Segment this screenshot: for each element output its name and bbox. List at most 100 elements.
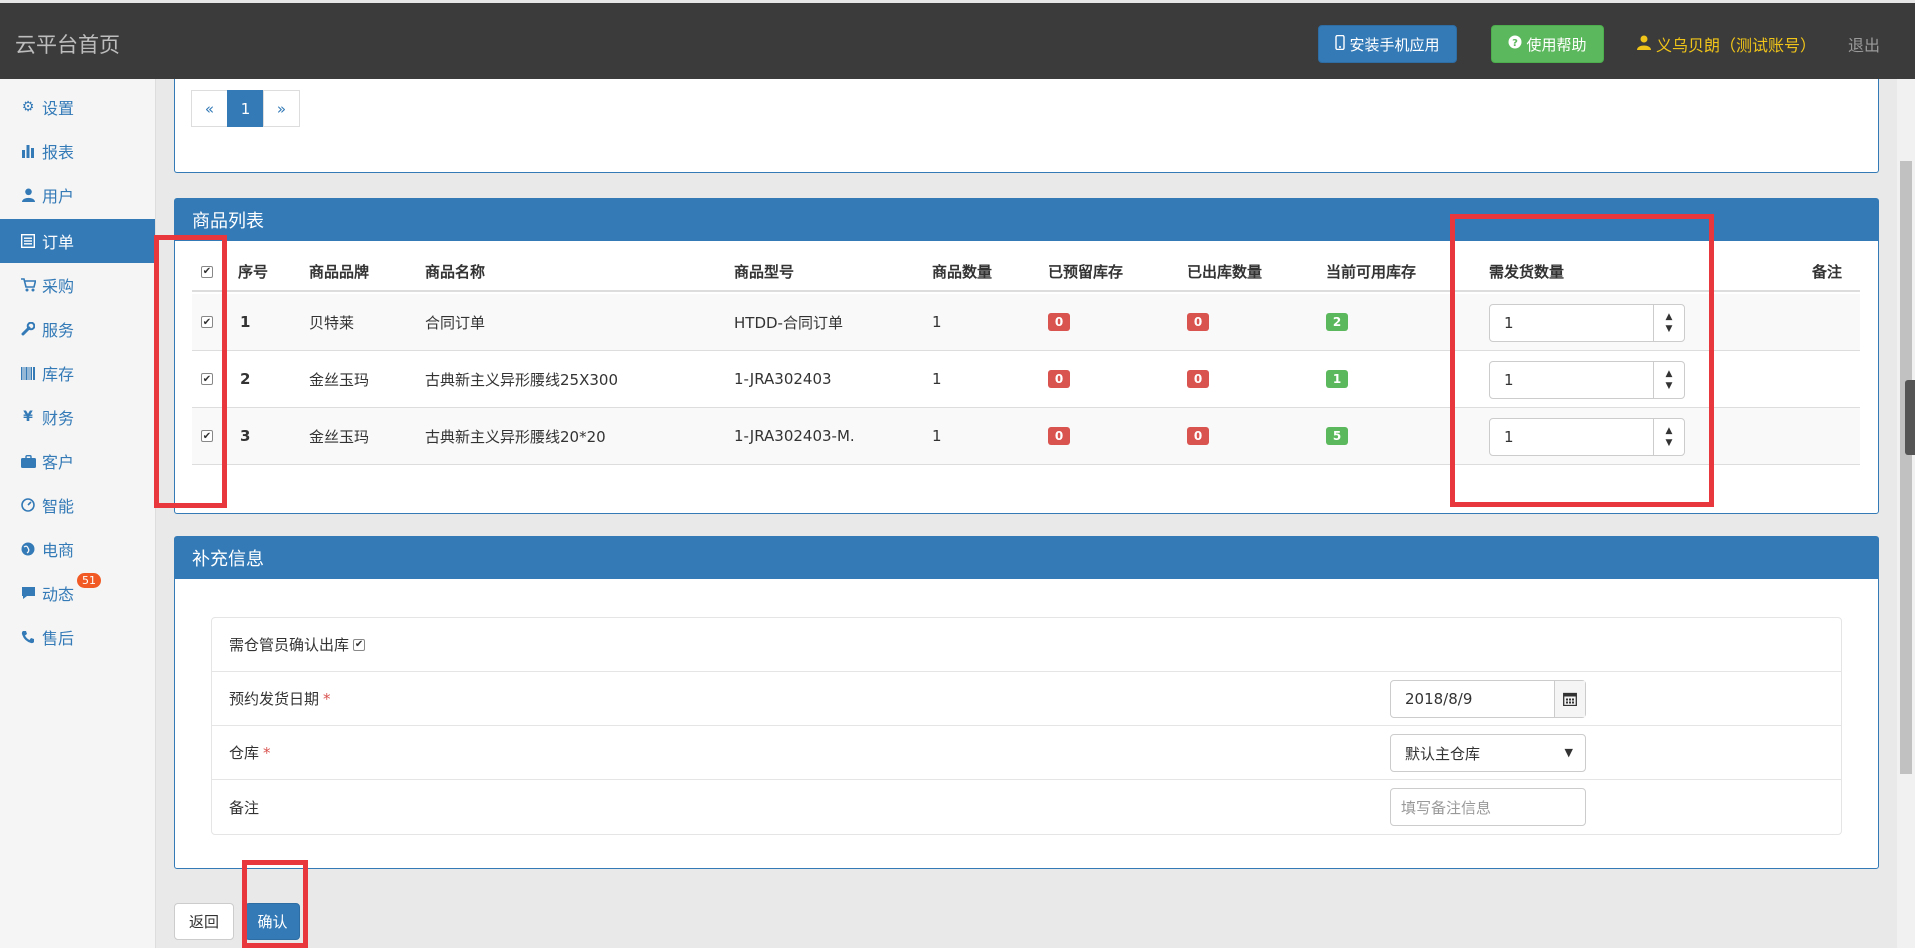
required-mark: * (323, 689, 331, 708)
available-badge: 2 (1326, 313, 1348, 331)
sidebar-item-label: 智能 (42, 497, 75, 516)
column-header-name: 商品名称 (425, 263, 486, 281)
column-header-index: 序号 (238, 263, 269, 281)
note-input[interactable]: 填写备注信息 (1390, 788, 1586, 826)
mobile-phone-icon (1335, 34, 1346, 54)
form-row-confirm: 需仓管员确认出库 ✔ (212, 618, 1841, 672)
row-index: 3 (240, 427, 251, 445)
column-header-available: 当前可用库存 (1326, 263, 1417, 281)
sidebar-item-orders[interactable]: 订单 (0, 219, 155, 263)
bar-chart-icon (20, 143, 36, 159)
globe-icon (20, 541, 36, 557)
sidebar-item-service[interactable]: 服务 (0, 307, 155, 351)
reserved-badge: 0 (1048, 313, 1070, 331)
warehouse-selected-value: 默认主仓库 (1405, 744, 1481, 763)
sidebar-item-settings[interactable]: ⚙ 设置 (0, 85, 155, 129)
row-index: 2 (240, 370, 251, 388)
top-navbar: 云平台首页 安装手机应用 ? 使用帮助 义乌贝朗（测试账号） 退出 (0, 0, 1915, 79)
sidebar-item-label: 用户 (42, 187, 75, 206)
row-brand: 金丝玉玛 (309, 370, 370, 389)
phone-icon (20, 629, 36, 645)
comment-icon (20, 585, 36, 601)
pagination-page-current[interactable]: 1 (227, 90, 264, 127)
sidebar-item-reports[interactable]: 报表 (0, 129, 155, 173)
dashboard-icon (20, 497, 36, 513)
sidebar-item-label: 报表 (42, 143, 75, 162)
column-header-qty: 商品数量 (932, 263, 993, 281)
extra-info-form: 需仓管员确认出库 ✔ 预约发货日期 * 2018/8/9 仓库 * 默认主仓库 (211, 617, 1842, 835)
available-badge: 1 (1326, 370, 1348, 388)
sidebar-item-inventory[interactable]: 库存 (0, 351, 155, 395)
sidebar-item-label: 动态 (42, 585, 75, 604)
row-brand: 金丝玉玛 (309, 427, 370, 446)
page-scrollbar[interactable] (1897, 79, 1915, 948)
row-name: 古典新主义异形腰线25X300 (425, 370, 618, 389)
highlight-box-ship-quantity (1450, 214, 1714, 507)
column-header-reserved: 已预留库存 (1048, 263, 1124, 281)
shopping-cart-icon (20, 277, 36, 293)
row-model: 1-JRA302403 (734, 370, 832, 388)
user-name: 义乌贝朗（测试账号） (1656, 36, 1817, 55)
column-header-shipped: 已出库数量 (1187, 263, 1263, 281)
sidebar-item-smart[interactable]: 智能 (0, 483, 155, 527)
sidebar-item-label: 设置 (42, 99, 75, 118)
caret-down-icon: ▼ (1564, 746, 1573, 759)
highlight-box-confirm (242, 860, 308, 948)
extra-info-panel: 补充信息 需仓管员确认出库 ✔ 预约发货日期 * 2018/8/9 仓库 * 默… (174, 536, 1879, 869)
sidebar-item-users[interactable]: 用户 (0, 173, 155, 217)
sidebar-item-aftersales[interactable]: 售后 (0, 615, 155, 659)
available-badge: 5 (1326, 427, 1348, 445)
pagination-next[interactable]: » (263, 90, 300, 127)
pagination-panel: « 1 » (174, 79, 1879, 173)
sidebar-item-label: 服务 (42, 321, 75, 340)
warehouse-select[interactable]: 默认主仓库 ▼ (1390, 734, 1586, 772)
sidebar-item-customers[interactable]: 客户 (0, 439, 155, 483)
sidebar-item-purchase[interactable]: 采购 (0, 263, 155, 307)
shipped-badge: 0 (1187, 313, 1209, 331)
reserved-badge: 0 (1048, 427, 1070, 445)
form-row-warehouse: 仓库 * 默认主仓库 ▼ (212, 726, 1841, 780)
sidebar-item-label: 采购 (42, 277, 75, 296)
extra-info-title: 补充信息 (175, 537, 1878, 579)
row-qty: 1 (932, 427, 942, 445)
help-button[interactable]: ? 使用帮助 (1491, 25, 1604, 63)
list-alt-icon (20, 233, 36, 249)
highlight-box-checkboxes (154, 235, 227, 508)
barcode-icon (20, 365, 36, 381)
logout-link[interactable]: 退出 (1848, 32, 1880, 56)
brand-home-link[interactable]: 云平台首页 (15, 29, 120, 59)
sidebar-item-label: 电商 (42, 541, 75, 560)
calendar-icon[interactable] (1554, 681, 1585, 717)
row-model: 1-JRA302403-M. (734, 427, 855, 445)
column-header-model: 商品型号 (734, 263, 795, 281)
user-icon (20, 187, 36, 203)
sidebar-item-activity[interactable]: 动态 51 (0, 571, 155, 615)
install-app-button[interactable]: 安装手机应用 (1318, 25, 1457, 63)
sidebar-item-label: 售后 (42, 629, 75, 648)
form-row-note: 备注 填写备注信息 (212, 780, 1841, 834)
row-index: 1 (240, 313, 251, 331)
user-icon (1637, 35, 1651, 54)
row-name: 古典新主义异形腰线20*20 (425, 427, 606, 446)
help-label: 使用帮助 (1526, 35, 1587, 54)
wrench-icon (20, 321, 36, 337)
warehouse-confirm-checkbox[interactable]: ✔ (353, 638, 366, 651)
sidebar-item-ecommerce[interactable]: 电商 (0, 527, 155, 571)
row-model: HTDD-合同订单 (734, 313, 843, 332)
row-name: 合同订单 (425, 313, 486, 332)
shipped-badge: 0 (1187, 370, 1209, 388)
row-brand: 贝特莱 (309, 313, 355, 332)
ship-date-input[interactable]: 2018/8/9 (1390, 680, 1586, 718)
pagination-prev[interactable]: « (191, 90, 228, 127)
back-button[interactable]: 返回 (174, 903, 234, 940)
briefcase-icon (20, 453, 36, 469)
warehouse-label: 仓库 (229, 744, 260, 762)
sidebar-item-label: 订单 (42, 233, 75, 252)
scrollbar-thumb[interactable] (1900, 161, 1912, 774)
user-account-link[interactable]: 义乌贝朗（测试账号） (1637, 32, 1816, 56)
row-qty: 1 (932, 313, 942, 331)
sidebar-item-finance[interactable]: ¥ 财务 (0, 395, 155, 439)
svg-text:?: ? (1513, 38, 1519, 49)
side-widget-tab[interactable] (1905, 380, 1915, 455)
pagination: « 1 » (191, 90, 300, 127)
